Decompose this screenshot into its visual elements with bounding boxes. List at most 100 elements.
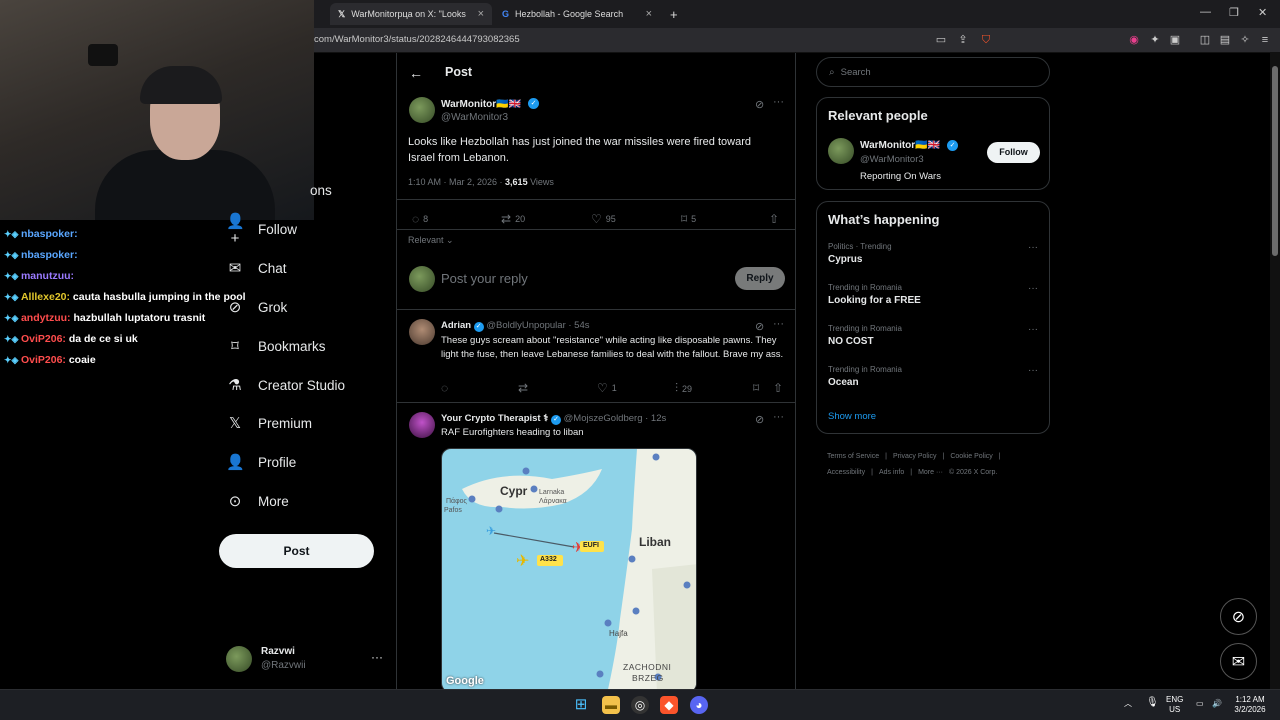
footer-link[interactable]: Ads info <box>879 469 904 476</box>
trend-item[interactable]: Trending in Romania Ocean ··· <box>828 365 1038 388</box>
reply-button[interactable]: Reply <box>735 267 785 290</box>
brave-shield-icon[interactable]: ⛉ <box>979 33 993 47</box>
nav-item-chat[interactable]: ✉ Chat <box>226 257 287 279</box>
footer-link[interactable]: Cookie Policy <box>950 453 992 460</box>
scrollbar-thumb[interactable] <box>1272 66 1278 256</box>
reply-action[interactable]: ◌ <box>441 381 448 395</box>
more-icon[interactable]: ··· <box>773 96 784 108</box>
chevron-up-icon[interactable]: ︿ <box>1124 699 1132 709</box>
nav-item-follow[interactable]: 👤+ Follow <box>226 213 297 247</box>
wallet-icon[interactable]: ▤ <box>1218 33 1232 47</box>
nav-item-profile[interactable]: 👤 Profile <box>226 451 296 473</box>
views-action[interactable]: ⫶ 29 <box>675 381 692 396</box>
minimize-button[interactable]: — <box>1200 6 1211 18</box>
network-icon[interactable]: ▭ <box>1196 699 1204 709</box>
share-action[interactable]: ⇧ <box>769 212 779 226</box>
chat-username[interactable]: OviP206: <box>21 354 66 366</box>
leo-ai-icon[interactable]: ✧ <box>1238 33 1252 47</box>
windows-start-icon[interactable]: ⊞ <box>572 696 590 714</box>
more-icon[interactable]: ··· <box>773 318 784 330</box>
chat-username[interactable]: manutzuu: <box>21 270 74 282</box>
reply-sort[interactable]: Relevant ⌄ <box>408 235 454 246</box>
more-icon[interactable]: ··· <box>371 650 383 664</box>
menu-icon[interactable]: ≡ <box>1258 33 1272 47</box>
chat-username[interactable]: andytzuu: <box>21 312 71 324</box>
volume-icon[interactable]: 🔊 <box>1212 699 1222 709</box>
wallet-icon[interactable]: ▣ <box>1168 33 1182 47</box>
bookmark-action[interactable]: ⌑ 5 <box>681 212 696 226</box>
reply-author[interactable]: Adrian <box>441 320 471 331</box>
footer-link[interactable]: Privacy Policy <box>893 453 937 460</box>
like-action[interactable]: ♡ 1 <box>597 381 617 395</box>
more-icon[interactable]: ··· <box>1028 242 1038 253</box>
trend-item[interactable]: Politics · Trending Cyprus ··· <box>828 242 1038 265</box>
footer-link[interactable]: Accessibility <box>827 469 865 476</box>
more-icon[interactable]: ··· <box>1028 324 1038 335</box>
close-window-button[interactable]: ✕ <box>1258 6 1267 19</box>
chat-username[interactable]: OviP206: <box>21 333 66 345</box>
url-field[interactable]: com/WarMonitor3/status/20282464447930823… <box>314 34 520 45</box>
trend-item[interactable]: Trending in Romania NO COST ··· <box>828 324 1038 347</box>
nav-item-partial[interactable]: ons <box>310 183 332 198</box>
avatar[interactable] <box>409 97 435 123</box>
grok-button[interactable]: ⊘ <box>1220 598 1257 635</box>
post-author[interactable]: WarMonitor🇺🇦🇬🇧 <box>441 99 521 110</box>
messages-button[interactable]: ✉ <box>1220 643 1257 680</box>
clock[interactable]: 1:12 AM 3/2/2026 <box>1230 695 1270 715</box>
file-explorer-icon[interactable]: ▬ <box>602 696 620 714</box>
chat-username[interactable]: Alllexe20: <box>21 291 70 303</box>
grok-icon[interactable]: ⊘ <box>755 320 764 333</box>
reply-author[interactable]: Your Crypto Therapist ⚕ <box>441 413 548 424</box>
back-arrow-icon[interactable]: ← <box>409 65 423 81</box>
tab-x-post[interactable]: 𝕏 WarMonitorрца on X: "Looks lik × <box>330 3 492 25</box>
search-input[interactable]: ⌕ Search <box>816 57 1050 87</box>
follow-button[interactable]: Follow <box>987 142 1040 163</box>
reply-handle[interactable]: @BoldlyUnpopular · 54s <box>486 320 589 331</box>
grok-icon[interactable]: ⊘ <box>755 413 764 426</box>
chat-username[interactable]: nbaspoker: <box>21 249 78 261</box>
nav-item-creator-studio[interactable]: ⚗ Creator Studio <box>226 374 345 396</box>
grok-icon[interactable]: ⊘ <box>755 98 764 111</box>
footer-link[interactable]: © 2026 X Corp. <box>949 469 997 476</box>
vpn-icon[interactable]: ◉ <box>1127 33 1141 47</box>
post-handle[interactable]: @WarMonitor3 <box>441 112 508 123</box>
share-icon[interactable]: ⇪ <box>956 33 970 47</box>
new-tab-button[interactable]: + <box>662 3 682 25</box>
more-icon[interactable]: ··· <box>1028 283 1038 294</box>
tab-google-search[interactable]: G Hezbollah - Google Search × <box>494 3 660 25</box>
footer-link[interactable]: Terms of Service <box>827 453 879 460</box>
footer-link[interactable]: More ··· <box>918 469 943 476</box>
post-button[interactable]: Post <box>219 534 374 568</box>
avatar[interactable] <box>409 412 435 438</box>
more-icon[interactable]: ··· <box>1028 365 1038 376</box>
obs-icon[interactable]: ◎ <box>631 696 649 714</box>
discord-icon[interactable]: ◕ <box>690 696 708 714</box>
language-indicator[interactable]: ENG US <box>1166 695 1183 715</box>
share-action[interactable]: ⇧ <box>773 381 783 395</box>
restore-button[interactable]: ❐ <box>1229 6 1239 19</box>
bookmark-action[interactable]: ⌑ <box>753 381 759 395</box>
chat-username[interactable]: nbaspoker: <box>21 228 78 240</box>
brave-icon[interactable]: ◆ <box>660 696 678 714</box>
account-switcher[interactable]: Razvwi @Razvwii ··· <box>226 644 386 674</box>
reply-action[interactable]: ◌ 8 <box>412 212 428 226</box>
more-icon[interactable]: ··· <box>773 411 784 423</box>
microphone-icon[interactable]: 🎙 <box>1146 698 1159 708</box>
close-tab-icon[interactable]: × <box>478 8 484 20</box>
person-name[interactable]: WarMonitor🇺🇦🇬🇧 <box>860 140 940 151</box>
map-image[interactable]: ✈ ✈ ✈ Cypr Larnaka Λάρνακα Πάφος Pafos L… <box>441 448 697 689</box>
avatar[interactable] <box>828 138 854 164</box>
extensions-icon[interactable]: ✦ <box>1148 33 1162 47</box>
cast-icon[interactable]: ▭ <box>934 33 948 47</box>
close-tab-icon[interactable]: × <box>646 8 652 20</box>
show-more-link[interactable]: Show more <box>828 411 876 422</box>
nav-item-more[interactable]: ⊙ More <box>226 490 289 512</box>
reply-handle[interactable]: @MojszeGoldberg · 12s <box>564 413 667 424</box>
repost-action[interactable]: ⇄ <box>518 381 528 395</box>
person-handle[interactable]: @WarMonitor3 <box>860 154 924 165</box>
sidebar-icon[interactable]: ◫ <box>1198 33 1212 47</box>
reply-input[interactable]: Post your reply <box>441 271 528 286</box>
nav-item-premium[interactable]: 𝕏 Premium <box>226 412 312 434</box>
trend-item[interactable]: Trending in Romania Looking for a FREE ··· <box>828 283 1038 306</box>
nav-item-grok[interactable]: ⊘ Grok <box>226 296 288 318</box>
